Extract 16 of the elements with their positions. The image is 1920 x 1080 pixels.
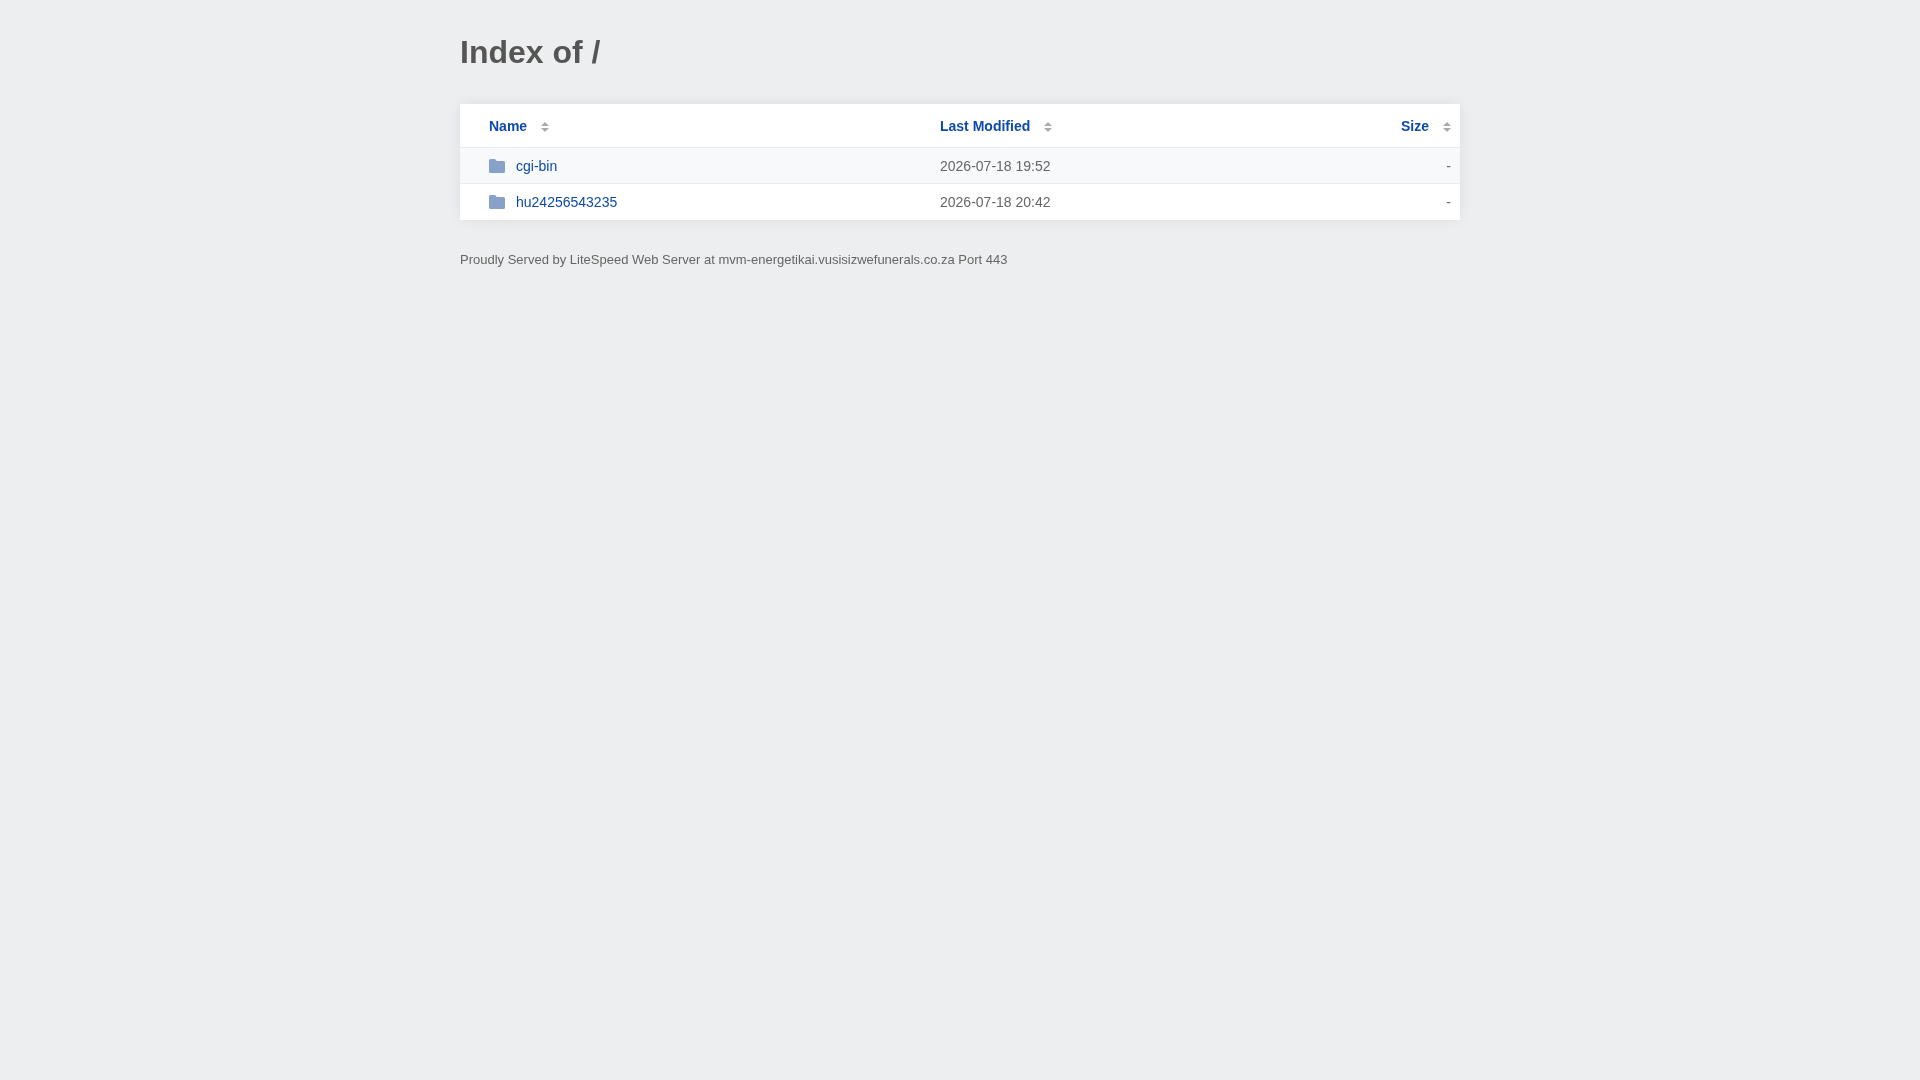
page-title: Index of / bbox=[460, 33, 601, 71]
folder-icon bbox=[489, 158, 505, 173]
size-cell: - bbox=[1446, 157, 1451, 174]
folder-link[interactable]: hu24256543235 bbox=[516, 194, 618, 210]
column-sort-link[interactable]: Size bbox=[1401, 117, 1429, 134]
size-cell: - bbox=[1446, 194, 1451, 210]
sort-icon[interactable] bbox=[1443, 122, 1451, 132]
modified-date-cell: 2026-07-18 19:52 bbox=[940, 157, 1051, 174]
column-sort-link[interactable]: Last Modified bbox=[940, 117, 1031, 134]
sort-icon[interactable] bbox=[541, 122, 550, 132]
sort-icon[interactable] bbox=[1044, 122, 1053, 132]
server-footer-text: Proudly Served by LiteSpeed Web Server at mvm-energetikai.vusisizwefunerals.co.za Port 443 bbox=[460, 252, 1008, 268]
folder-icon bbox=[489, 195, 505, 209]
folder-link[interactable]: cgi-bin bbox=[516, 157, 558, 174]
modified-date-cell: 2026-07-18 20:42 bbox=[940, 194, 1051, 210]
column-sort-link[interactable]: Name bbox=[489, 117, 528, 134]
